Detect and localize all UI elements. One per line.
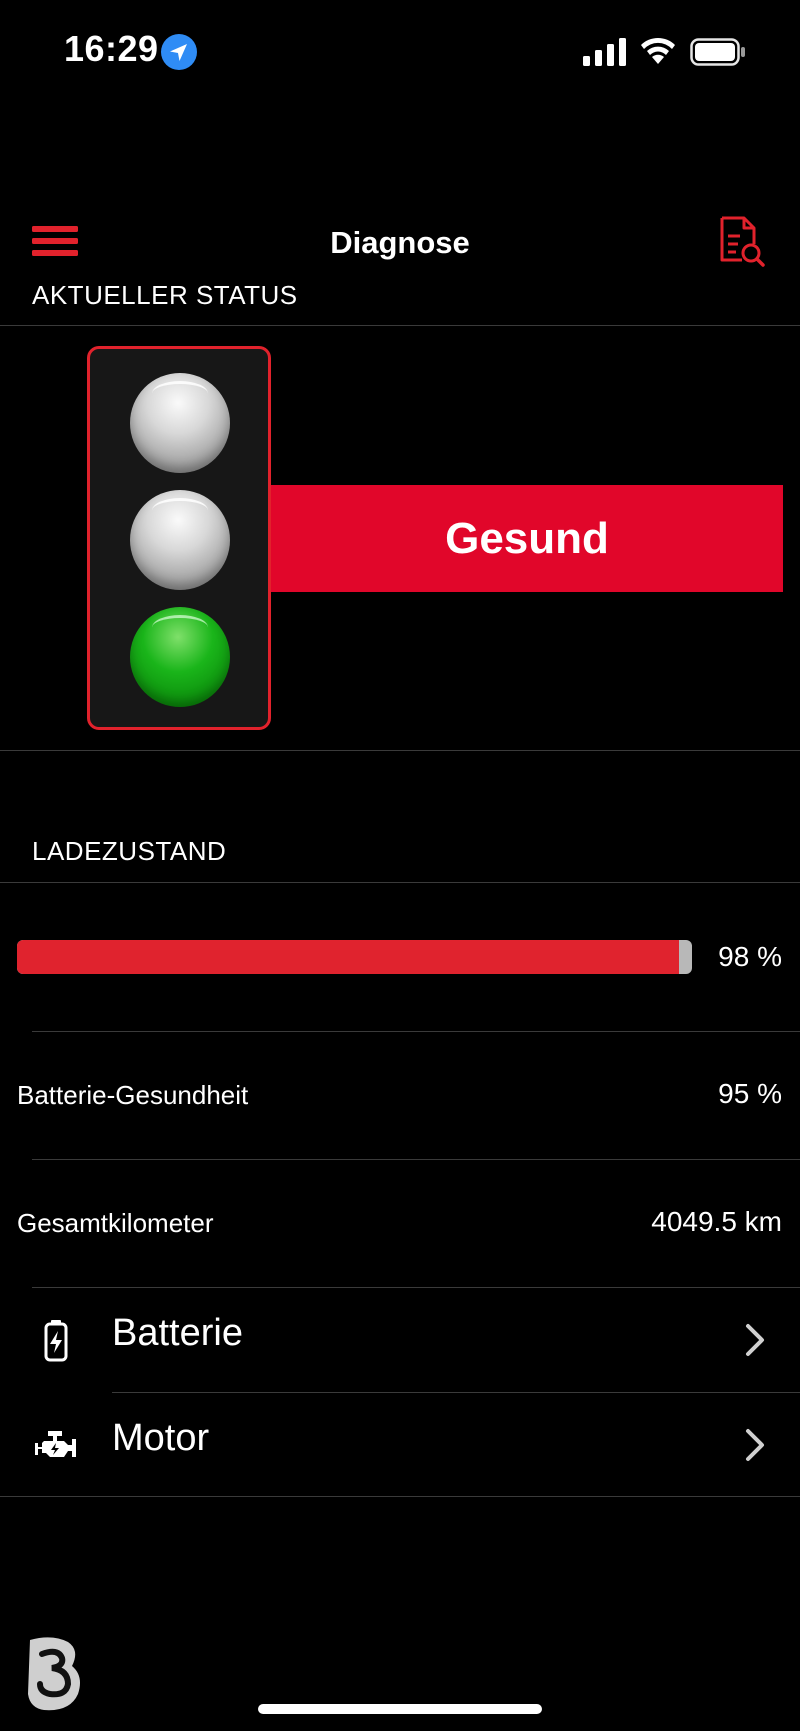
divider bbox=[0, 1496, 800, 1497]
engine-icon bbox=[35, 1431, 76, 1457]
location-arrow-icon bbox=[161, 34, 197, 70]
total-km-value: 4049.5 km bbox=[651, 1206, 782, 1237]
status-time: 16:29 bbox=[64, 28, 159, 69]
brand-logo-icon[interactable] bbox=[22, 1634, 86, 1714]
section-header-charge: LADEZUSTAND bbox=[32, 836, 227, 866]
divider bbox=[32, 1159, 800, 1160]
diagnostic-report-icon[interactable] bbox=[716, 214, 766, 268]
home-indicator[interactable] bbox=[258, 1704, 542, 1714]
nav-row-motor[interactable]: Motor bbox=[0, 1393, 800, 1497]
wifi-icon bbox=[641, 37, 675, 64]
status-header-clip: AKTUELLER STATUS bbox=[0, 270, 800, 326]
chevron-right-icon bbox=[746, 1429, 764, 1461]
traffic-light-middle-lamp bbox=[130, 490, 230, 590]
battery-charging-icon bbox=[44, 1320, 68, 1362]
divider bbox=[0, 750, 800, 751]
traffic-light-top-lamp bbox=[130, 373, 230, 473]
divider bbox=[0, 882, 800, 883]
nav-row-battery-label: Batterie bbox=[112, 1312, 243, 1354]
charge-progress-fill bbox=[17, 940, 679, 974]
traffic-light bbox=[87, 346, 271, 730]
battery-health-value: 95 % bbox=[718, 1078, 782, 1109]
charge-percent: 98 % bbox=[718, 941, 782, 972]
divider bbox=[32, 1031, 800, 1032]
section-header-current-status: AKTUELLER STATUS bbox=[32, 280, 298, 310]
health-status-banner: Gesund bbox=[271, 485, 783, 592]
battery-health-label: Batterie-Gesundheit bbox=[17, 1080, 249, 1110]
status-battery-icon bbox=[690, 38, 745, 66]
total-km-label: Gesamtkilometer bbox=[17, 1208, 214, 1238]
chevron-right-icon bbox=[746, 1324, 764, 1356]
page-title: Diagnose bbox=[330, 225, 470, 260]
divider bbox=[0, 325, 800, 326]
nav-row-motor-label: Motor bbox=[112, 1417, 210, 1459]
cellular-signal-icon bbox=[583, 38, 626, 66]
charge-progress-bar bbox=[17, 940, 692, 974]
nav-row-battery[interactable]: Batterie bbox=[0, 1288, 800, 1392]
traffic-light-bottom-lamp bbox=[130, 607, 230, 707]
